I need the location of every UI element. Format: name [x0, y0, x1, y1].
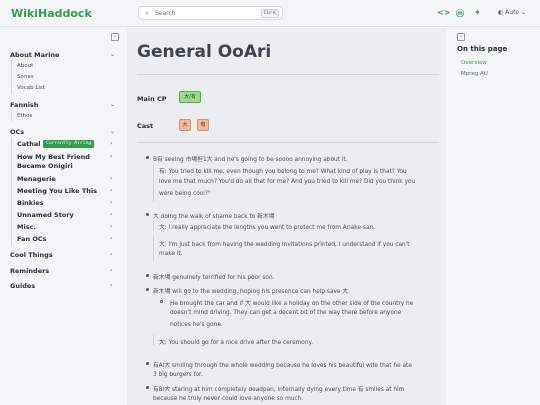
list-item: 新木場 genuinely terrified for his poor son… — [153, 275, 275, 281]
theme-toggle[interactable]: ◐ Auto ⌄ — [498, 9, 526, 16]
currently-airing-badge: Currently Airing — [43, 140, 95, 148]
list-bullet — [146, 274, 149, 277]
bluesky-icon[interactable]: ✦ — [474, 8, 481, 17]
quote-line: 大: I really appreciate the lengths you w… — [159, 225, 376, 231]
collapse-sidebar-button[interactable]: ‹ — [111, 33, 119, 41]
list-item: 大 doing the walk of shame back to 新木場 — [153, 214, 275, 220]
nav-item-onigiri-line1[interactable]: How My Best Friend — [17, 153, 90, 161]
quote-line: were being cool?" — [159, 191, 211, 197]
quote-bar — [153, 335, 154, 346]
divider — [137, 74, 439, 75]
sublist-line: notices he's gone. — [170, 322, 223, 328]
nav-item-unnamed-story[interactable]: Unnamed Story — [17, 211, 74, 219]
quote-line: 有: You tried to kill me, even though you… — [159, 169, 407, 175]
sidebar: ‹ About Marine ⌄ About Sonas Vocab List … — [0, 28, 123, 405]
nav-section-reminders[interactable]: Reminders — [10, 267, 49, 275]
chevron-right-icon[interactable]: › — [110, 235, 112, 242]
search-placeholder: Search — [155, 9, 176, 17]
list-bullet — [146, 386, 149, 389]
divider — [137, 142, 439, 143]
chevron-right-icon[interactable]: › — [110, 251, 112, 258]
list-item: 有Al大 smiling through the whole wedding b… — [153, 363, 412, 369]
sublist-line: He brought the car and if 大 would like a… — [170, 301, 414, 307]
main-content: General OoAri Main CP 大/有 Cast 大 有 B有 se… — [127, 28, 446, 405]
collapse-toc-button[interactable]: › — [457, 33, 465, 41]
code-icon[interactable]: <> — [437, 8, 450, 17]
main-cp-chip[interactable]: 大/有 — [179, 91, 201, 103]
chevron-right-icon[interactable]: › — [110, 175, 112, 182]
list-bullet — [146, 213, 149, 216]
nav-item-onigiri-line2[interactable]: Became Onigiri — [17, 162, 73, 170]
nav-item-fan-ocs[interactable]: Fan OCs — [17, 235, 47, 243]
nav-guide-line — [11, 60, 12, 94]
search-icon: ⌕ — [145, 9, 149, 17]
toc-item-overview[interactable]: Overview — [461, 60, 487, 66]
mastodon-icon[interactable]: ⓜ — [456, 8, 464, 19]
nav-section-cool-things[interactable]: Cool Things — [10, 251, 53, 259]
nav-section-ocs[interactable]: OCs — [10, 128, 24, 136]
chevron-right-icon[interactable]: › — [110, 140, 112, 147]
quote-line: love me that much? You'd do all that for… — [159, 179, 416, 185]
chevron-down-icon[interactable]: ⌄ — [110, 51, 115, 58]
nav-section-about-marine[interactable]: About Marine — [10, 51, 59, 59]
nav-item-misc[interactable]: Misc. — [17, 223, 36, 231]
nav-item-about[interactable]: About — [17, 63, 33, 69]
nav-item-meeting-you[interactable]: Meeting You Like This — [17, 187, 97, 195]
nav-section-fannish[interactable]: Fannish — [10, 101, 38, 109]
list-bullet — [146, 362, 149, 365]
chevron-right-icon[interactable]: › — [110, 199, 112, 206]
chevron-right-icon[interactable]: › — [110, 153, 112, 160]
list-item-cont: because he truly never could love anyone… — [153, 396, 304, 402]
nav-item-binkies[interactable]: Binkies — [17, 199, 44, 207]
site-logo[interactable]: WikiHaddock — [11, 7, 92, 20]
nav-item-vocab-list[interactable]: Vocab List — [17, 85, 45, 91]
nav-guide-line — [11, 110, 12, 121]
list-bullet — [146, 156, 149, 159]
cast-chip[interactable]: 大 — [179, 119, 191, 131]
sublist-line: doesn't mind driving. They can get a dec… — [170, 310, 402, 316]
cast-label: Cast — [137, 122, 154, 130]
list-item-cont: 3 big burgers for. — [153, 372, 203, 378]
cast-chip[interactable]: 有 — [197, 119, 209, 131]
chevron-right-icon[interactable]: › — [110, 211, 112, 218]
nav-item-menagerie[interactable]: Menagerie — [17, 175, 56, 183]
top-bar: WikiHaddock ⌕ Search Ctrl K <> ⓜ ✦ ◐ Aut… — [0, 0, 540, 27]
sublist-bullet — [160, 300, 163, 303]
toc-title: On this page — [457, 45, 508, 53]
quote-line: 大: I'm just back from having the wedding… — [159, 242, 410, 248]
quote-bar — [153, 236, 154, 261]
quote-line: 大: You should go for a nice drive after … — [159, 340, 313, 346]
page-title: General OoAri — [137, 42, 272, 62]
table-of-contents: › On this page Overview Mpreg AU — [448, 28, 540, 405]
chevron-right-icon[interactable]: › — [110, 223, 112, 230]
list-item: B有 seeing 市場担1大 and he's going to be soo… — [153, 157, 348, 163]
chevron-right-icon[interactable]: › — [110, 187, 112, 194]
nav-section-guides[interactable]: Guides — [10, 282, 35, 290]
chevron-right-icon[interactable]: › — [110, 282, 112, 289]
main-cp-label: Main CP — [137, 95, 167, 103]
nav-item-ethos[interactable]: Ethos — [17, 113, 32, 119]
list-item: 新木場 will go to the wedding, hoping his p… — [153, 289, 350, 295]
toc-item-mpreg-au[interactable]: Mpreg AU — [461, 71, 488, 77]
chevron-right-icon[interactable]: › — [110, 267, 112, 274]
nav-item-cathal[interactable]: Cathal — [17, 140, 41, 148]
nav-guide-line — [11, 137, 12, 245]
search-box[interactable]: ⌕ Search Ctrl K — [138, 6, 283, 20]
list-item: 有Bl大 staring at him completely deadpan, … — [153, 387, 405, 393]
nav-item-sonas[interactable]: Sonas — [17, 74, 34, 80]
chevron-down-icon[interactable]: ⌄ — [110, 128, 115, 135]
chevron-down-icon[interactable]: ⌄ — [110, 101, 115, 108]
quote-line: make it. — [159, 251, 183, 257]
search-shortcut: Ctrl K — [260, 9, 279, 18]
quote-bar — [153, 164, 154, 202]
theme-label: Auto — [505, 9, 520, 16]
list-bullet — [146, 288, 149, 291]
quote-bar — [153, 220, 154, 231]
